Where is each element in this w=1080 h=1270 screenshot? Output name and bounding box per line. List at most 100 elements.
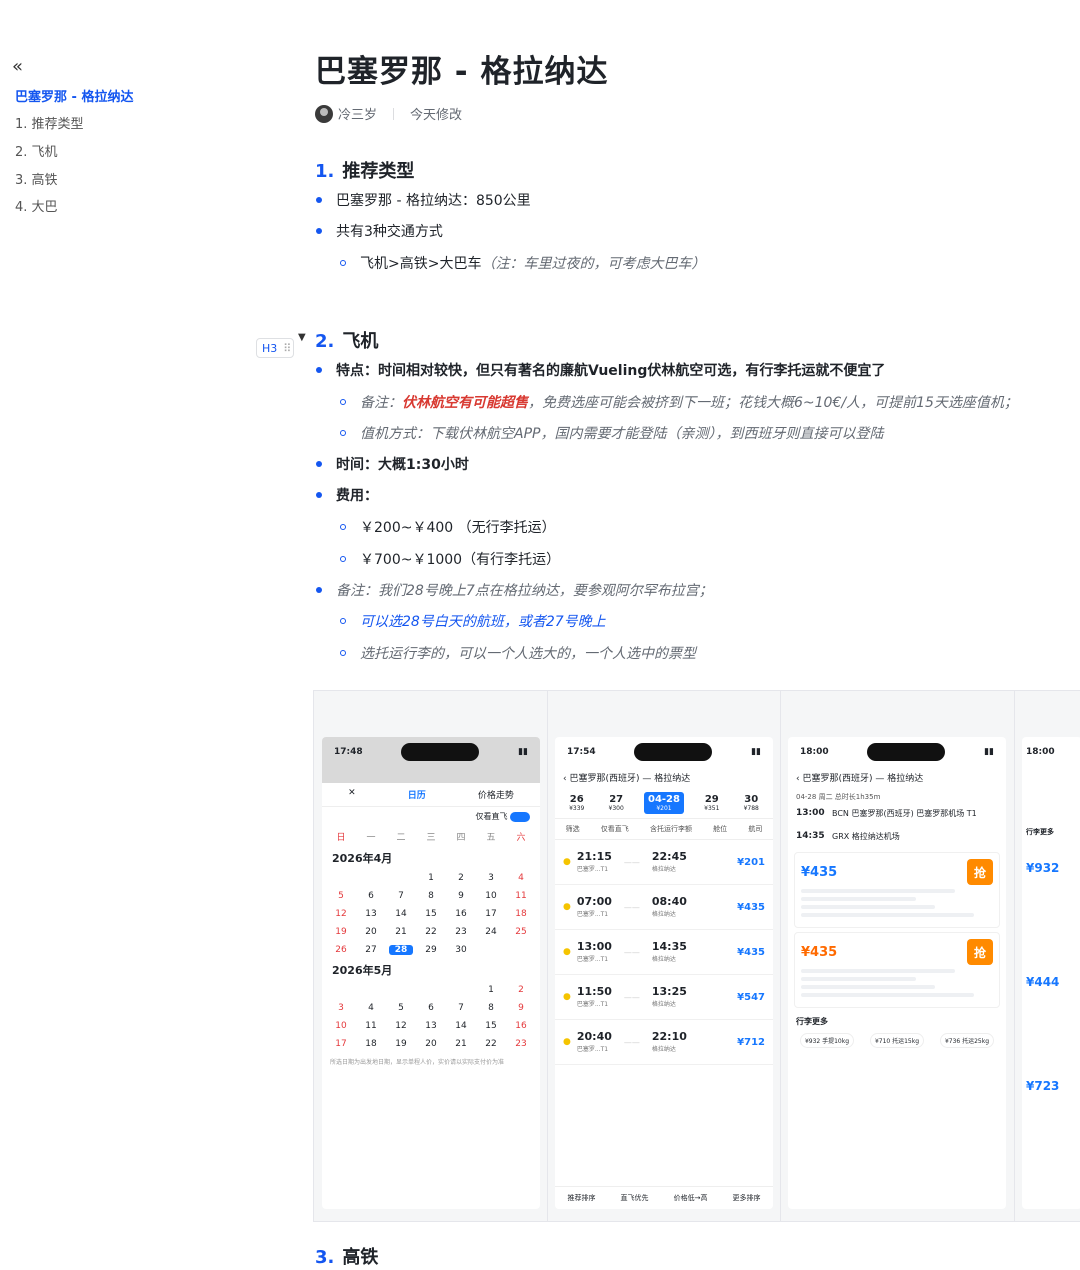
filter-chip[interactable]: 仅看直飞 [601,824,629,834]
screenshot-partial[interactable]: 18:00 行李更多 ¥932 ¥444 ¥723 [1022,737,1080,1209]
calendar-day[interactable]: 8 [479,1003,503,1013]
filter-chip[interactable]: 筛选 [566,824,580,834]
toc-item-plane[interactable]: 2. 飞机 [15,141,58,160]
screenshot-calendar[interactable]: 17:48 ▮▮ ✕ 日历 价格走势 仅看直飞 日 一 二 三 四 五 六 2026年4月 1… [322,737,540,1209]
calendar-day[interactable]: 23 [509,1039,533,1049]
calendar-day[interactable]: 23 [449,927,473,937]
calendar-day[interactable]: 15 [479,1021,503,1031]
date-chip[interactable]: 26 ¥339 [565,792,588,814]
filter-chip[interactable]: 舱位 [713,824,727,834]
flight-row[interactable]: ● 13:00 巴塞罗...T1 —— 14:35 格拉纳达 ¥435 [555,930,773,975]
calendar-day[interactable]: 16 [449,909,473,919]
calendar-day[interactable]: 9 [449,891,473,901]
filter-chip[interactable]: 航司 [748,824,762,834]
toc-item-train[interactable]: 3. 高铁 [15,169,58,188]
flight-row[interactable]: ● 21:15 巴塞罗...T1 —— 22:45 格拉纳达 ¥201 [555,840,773,885]
calendar-day[interactable]: 17 [329,1039,353,1049]
calendar-day[interactable]: 6 [419,1003,443,1013]
sort-nav[interactable]: 推荐排序 直飞优先 价格低→高 更多排序 [555,1186,773,1209]
grab-button[interactable]: 抢 [967,859,993,885]
toc-item-recommend[interactable]: 1. 推荐类型 [15,113,84,132]
block-type-handle[interactable]: H3 ⠿ [256,338,294,358]
calendar-day[interactable]: 15 [419,909,443,919]
calendar-day[interactable]: 14 [449,1021,473,1031]
calendar-day[interactable]: 11 [509,891,533,901]
grab-button[interactable]: 抢 [967,939,993,965]
calendar-day[interactable]: 1 [419,873,443,883]
date-chip[interactable]: 30 ¥788 [740,792,763,814]
calendar-day[interactable]: 28 [389,945,413,955]
calendar-day[interactable]: 20 [419,1039,443,1049]
toc-item-bus[interactable]: 4. 大巴 [15,196,58,215]
calendar-day[interactable]: 12 [329,909,353,919]
calendar-day[interactable]: 2 [509,985,533,995]
calendar-day[interactable]: 22 [479,1039,503,1049]
direct-only-toggle[interactable]: 仅看直飞 [322,807,540,826]
calendar-day[interactable]: 14 [389,909,413,919]
drag-grip-icon[interactable]: ⠿ [283,342,291,355]
fare-card[interactable]: ¥435 抢 [794,932,1000,1008]
baggage-option[interactable]: ¥932 手提10kg [799,1033,855,1048]
calendar-day[interactable]: 26 [329,945,353,955]
close-icon[interactable]: ✕ [348,788,356,801]
fold-triangle-icon[interactable]: ▼ [298,332,306,343]
calendar-day[interactable]: 9 [509,1003,533,1013]
filter-bar[interactable]: 筛选 仅看直飞 含托运行李额 舱位 航司 [555,818,773,840]
calendar-day[interactable]: 18 [359,1039,383,1049]
calendar-day[interactable]: 30 [449,945,473,955]
avatar[interactable] [315,104,333,123]
baggage-option[interactable]: ¥736 托运25kg [939,1033,995,1048]
baggage-option[interactable]: ¥710 托运15kg [869,1033,925,1048]
calendar-day[interactable]: 4 [359,1003,383,1013]
filter-chip[interactable]: 含托运行李额 [650,824,692,834]
calendar-day[interactable]: 10 [479,891,503,901]
calendar-day[interactable]: 8 [419,891,443,901]
calendar-day[interactable]: 5 [389,1003,413,1013]
sort-tab[interactable]: 推荐排序 [568,1193,596,1203]
screenshot-flight-list[interactable]: 17:54 ▮▮ ‹ 巴塞罗那(西班牙) — 格拉纳达 26 ¥339 27 ¥300 0… [555,737,773,1209]
calendar-day[interactable]: 22 [419,927,443,937]
calendar-day[interactable]: 6 [359,891,383,901]
calendar-day[interactable]: 27 [359,945,383,955]
calendar-day[interactable]: 1 [479,985,503,995]
date-chip[interactable]: 27 ¥300 [605,792,628,814]
date-strip[interactable]: 26 ¥339 27 ¥300 04-28 ¥201 29 ¥351 30 ¥788 [555,788,773,818]
calendar-april[interactable]: 1 2 3 4 5 6 7 8 9 10 11 12 13 14 15 16 17 18 19 20 21 22 23 24 2… [322,869,540,959]
calendar-day[interactable]: 10 [329,1021,353,1031]
calendar-day[interactable]: 12 [389,1021,413,1031]
sort-tab[interactable]: 价格低→高 [674,1193,708,1203]
screenshot-flight-detail[interactable]: 18:00 ▮▮ ‹ 巴塞罗那(西班牙) — 格拉纳达 04-28 周二 总时长1… [788,737,1006,1209]
calendar-day[interactable]: 11 [359,1021,383,1031]
calendar-may[interactable]: 1 2 3 4 5 6 7 8 9 10 11 12 13 14 15 16 17 18 19 20 21 22 23 [322,981,540,1053]
sort-tab[interactable]: 更多排序 [732,1193,760,1203]
flight-row[interactable]: ● 07:00 巴塞罗...T1 —— 08:40 格拉纳达 ¥435 [555,885,773,930]
sort-tab[interactable]: 直飞优先 [621,1193,649,1203]
calendar-day[interactable]: 2 [449,873,473,883]
calendar-day[interactable]: 29 [419,945,443,955]
calendar-day[interactable]: 25 [509,927,533,937]
baggage-options[interactable]: ¥932 手提10kg ¥710 托运15kg ¥736 托运25kg [788,1031,1006,1050]
collapse-sidebar-icon[interactable]: « [12,56,23,77]
calendar-day[interactable]: 4 [509,873,533,883]
author-name[interactable]: 冷三岁 [338,104,377,123]
calendar-day[interactable]: 21 [389,927,413,937]
fare-card[interactable]: ¥435 抢 [794,852,1000,928]
calendar-day[interactable]: 16 [509,1021,533,1031]
calendar-day[interactable]: 19 [329,927,353,937]
calendar-day[interactable]: 24 [479,927,503,937]
flight-row[interactable]: ● 20:40 巴塞罗...T1 —— 22:10 格拉纳达 ¥712 [555,1020,773,1065]
calendar-day[interactable]: 3 [479,873,503,883]
calendar-day[interactable]: 17 [479,909,503,919]
flight-list[interactable]: ● 21:15 巴塞罗...T1 —— 22:45 格拉纳达 ¥201 ● 07:00 巴塞罗..… [555,840,773,1065]
calendar-day[interactable]: 7 [449,1003,473,1013]
calendar-day[interactable]: 3 [329,1003,353,1013]
calendar-day[interactable]: 7 [389,891,413,901]
calendar-day[interactable]: 19 [389,1039,413,1049]
date-chip[interactable]: 29 ¥351 [700,792,723,814]
date-chip[interactable]: 04-28 ¥201 [643,792,684,814]
calendar-day[interactable]: 13 [359,909,383,919]
calendar-day[interactable]: 21 [449,1039,473,1049]
tab-price-trend[interactable]: 价格走势 [478,788,514,801]
calendar-day[interactable]: 5 [329,891,353,901]
toc-title[interactable]: 巴塞罗那 - 格拉纳达 [15,86,133,105]
